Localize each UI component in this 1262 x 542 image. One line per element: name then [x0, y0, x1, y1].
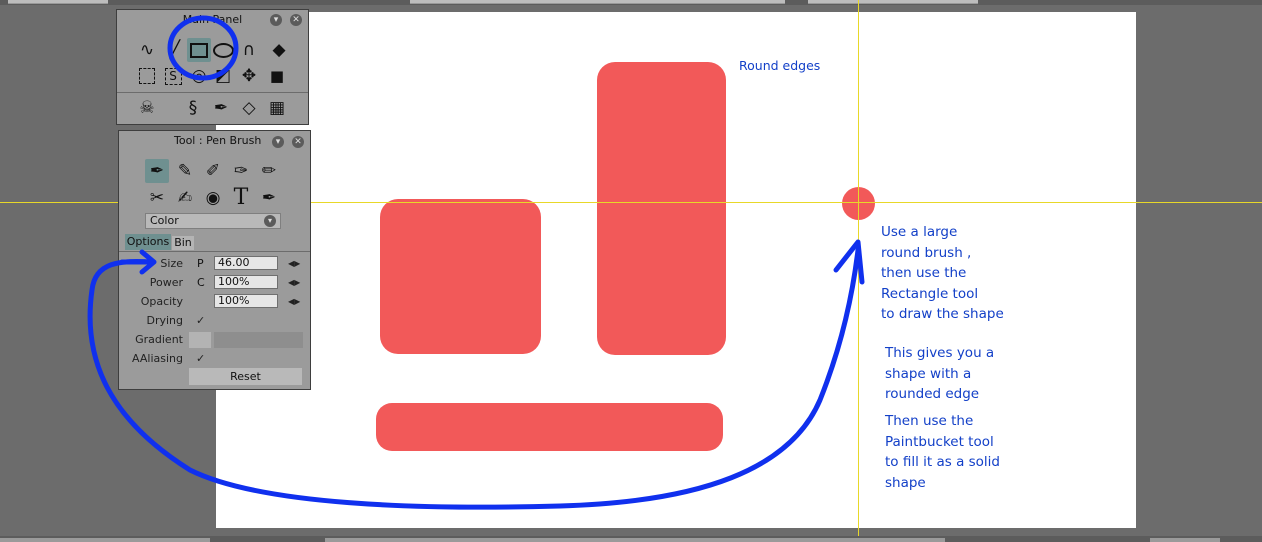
- rectangle-icon[interactable]: [187, 38, 211, 62]
- drying-checkbox[interactable]: ✓: [196, 314, 205, 328]
- close-icon[interactable]: ✕: [290, 14, 302, 26]
- tab-bin[interactable]: Bin: [172, 236, 194, 250]
- main-panel[interactable]: Main Panel ▾ ✕ ∿ ╱ ∩ ◆ S ◎ ◩ ✥ ■ ☠ § ✒ ◇…: [116, 9, 309, 125]
- power-spinner-icon[interactable]: ◀▶: [288, 276, 300, 290]
- gradient-label: Gradient: [135, 333, 183, 346]
- dropper-icon[interactable]: ✍: [173, 186, 197, 210]
- color-dropdown-value: Color: [150, 214, 179, 227]
- marker-icon[interactable]: ✎: [173, 159, 197, 183]
- text-tool-icon[interactable]: T: [229, 186, 253, 210]
- knife-icon[interactable]: ✂: [145, 186, 169, 210]
- grid-icon[interactable]: ▦: [265, 96, 289, 120]
- statusbar-segment: [325, 538, 945, 542]
- drying-label: Drying: [146, 314, 183, 327]
- size-label: Size: [160, 257, 183, 270]
- chevron-down-icon: ▾: [264, 215, 276, 227]
- tab-divider: [119, 251, 310, 252]
- pencil-icon[interactable]: ✏: [257, 159, 281, 183]
- transform-icon[interactable]: ◩: [211, 64, 235, 88]
- spiral-icon[interactable]: §: [181, 96, 205, 120]
- round-edges-label: Round edges: [739, 58, 821, 73]
- collapse-icon[interactable]: ▾: [270, 14, 282, 26]
- gradient-preview[interactable]: [214, 332, 303, 348]
- color-dropdown[interactable]: Color ▾: [145, 213, 281, 229]
- statusbar-segment: [1150, 538, 1220, 542]
- text-select-icon[interactable]: S: [161, 64, 185, 88]
- power-label: Power: [149, 276, 183, 289]
- line-icon[interactable]: ╱: [163, 38, 187, 62]
- skull-icon[interactable]: ☠: [135, 96, 159, 120]
- opacity-label: Opacity: [140, 295, 183, 308]
- airbrush-icon[interactable]: ✑: [229, 159, 253, 183]
- rounded-square-shape: [380, 199, 541, 354]
- tab-options[interactable]: Options: [125, 234, 171, 250]
- eraser-icon[interactable]: ◆: [267, 38, 291, 62]
- tool-panel[interactable]: Tool : Pen Brush ▾ ✕ ✒ ✎ ✐ ✑ ✏ ✂ ✍ ◉ T ✒…: [118, 130, 311, 390]
- rounded-tall-rectangle-shape: [597, 62, 726, 355]
- size-spinner-icon[interactable]: ◀▶: [288, 257, 300, 271]
- camera-icon[interactable]: ■: [265, 64, 289, 88]
- rounded-wide-rectangle-shape: [376, 403, 723, 451]
- opacity-input[interactable]: 100%: [214, 294, 278, 308]
- top-toolbar: [0, 0, 1262, 5]
- pen-icon[interactable]: ✒: [209, 96, 233, 120]
- toolbar-segment[interactable]: [808, 0, 978, 4]
- size-mode-toggle[interactable]: P: [197, 257, 204, 271]
- page-icon[interactable]: ◇: [237, 96, 261, 120]
- ellipse-icon[interactable]: [211, 38, 235, 62]
- panel-divider: [117, 92, 308, 93]
- aaliasing-label: AAliasing: [132, 352, 183, 365]
- aaliasing-checkbox[interactable]: ✓: [196, 352, 205, 366]
- instruction-note-2: This gives you a shape with a rounded ed…: [885, 345, 995, 402]
- statusbar-segment: [0, 538, 210, 542]
- circle-target-icon[interactable]: ◎: [187, 64, 211, 88]
- toolbar-segment[interactable]: [8, 0, 108, 4]
- toolbar-segment[interactable]: [410, 0, 785, 4]
- fill-pen-icon[interactable]: ✒: [257, 186, 281, 210]
- bottom-statusbar: [0, 536, 1262, 542]
- power-input[interactable]: 100%: [214, 275, 278, 289]
- pen-brush-icon[interactable]: ✒: [145, 159, 169, 183]
- gradient-color-swatch[interactable]: [189, 332, 211, 348]
- brush-icon[interactable]: ✐: [201, 159, 225, 183]
- vertical-guide-line[interactable]: [858, 0, 859, 542]
- size-input[interactable]: 46.00: [214, 256, 278, 270]
- reset-button[interactable]: Reset: [189, 368, 302, 385]
- collapse-icon[interactable]: ▾: [272, 136, 284, 148]
- opacity-spinner-icon[interactable]: ◀▶: [288, 295, 300, 309]
- selection-icon[interactable]: [135, 64, 159, 88]
- water-drop-icon[interactable]: ◉: [201, 186, 225, 210]
- close-icon[interactable]: ✕: [292, 136, 304, 148]
- move-icon[interactable]: ✥: [237, 64, 261, 88]
- instruction-note-1: Use a large round brush , then use the R…: [881, 224, 1004, 322]
- squiggle-icon[interactable]: ∿: [135, 38, 159, 62]
- instruction-note-3: Then use the Paintbucket tool to fill it…: [885, 413, 1001, 491]
- power-mode-toggle[interactable]: C: [197, 276, 205, 290]
- curve-icon[interactable]: ∩: [237, 38, 261, 62]
